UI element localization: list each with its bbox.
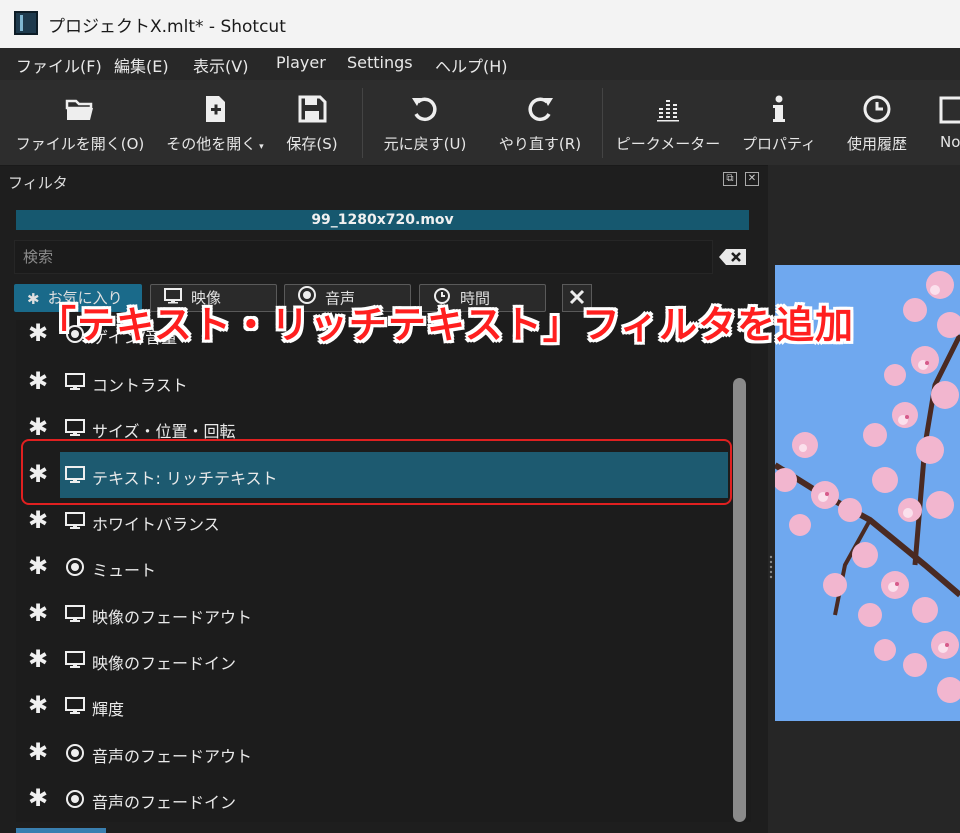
clear-search-icon[interactable]: [718, 246, 750, 268]
peak-meter-label: ピークメーター: [615, 135, 721, 153]
monitor-icon: [65, 605, 85, 622]
current-clip-bar: 99_1280x720.mov: [16, 210, 749, 230]
file-add-icon: [206, 96, 225, 122]
audio-icon: [66, 744, 84, 762]
open-file-label: ファイルを開く(O): [15, 135, 145, 153]
favorite-star-icon: ✱: [28, 599, 49, 627]
floppy-disk-icon: [298, 95, 327, 123]
favorite-star-icon: ✱: [28, 784, 49, 812]
bottom-tab-indicator: [16, 828, 106, 833]
toolbar-separator: [362, 88, 363, 158]
title-bar: プロジェクトX.mlt* - Shotcut: [0, 0, 960, 48]
window-title: プロジェクトX.mlt* - Shotcut: [48, 17, 286, 37]
menu-file[interactable]: ファイル(F): [16, 53, 102, 77]
menu-bar: ファイル(F) 編集(E) 表示(V) Player Settings ヘルプ(…: [0, 48, 960, 80]
notes-icon: [939, 96, 960, 124]
history-button[interactable]: 使用履歴: [830, 80, 924, 165]
toolbar-separator: [602, 88, 603, 158]
redo-label: やり直す(R): [498, 135, 582, 153]
list-item[interactable]: ✱ 輝度: [16, 683, 736, 729]
notes-button[interactable]: No: [932, 80, 960, 165]
audio-icon: [66, 790, 84, 808]
favorite-star-icon: ✱: [28, 367, 49, 395]
list-scrollbar[interactable]: [733, 378, 746, 822]
shotcut-app-icon: [14, 11, 38, 35]
toolbar: ファイルを開く(O) その他を開く ▾ 保存(S) 元に戻す(U) やり直す(R…: [0, 80, 960, 166]
monitor-icon: [65, 512, 85, 529]
filter-name: ミュート: [92, 561, 157, 580]
properties-button[interactable]: プロパティ: [736, 80, 822, 165]
filter-name: ホワイトバランス: [92, 515, 220, 534]
float-panel-icon[interactable]: ⧉: [723, 172, 737, 186]
annotation-highlight-box: [21, 439, 732, 505]
list-item[interactable]: ✱ 音声のフェードイン: [16, 776, 736, 822]
menu-edit[interactable]: 編集(E): [114, 53, 169, 77]
splitter-handle[interactable]: [769, 555, 773, 579]
undo-label: 元に戻す(U): [383, 135, 467, 153]
redo-button[interactable]: やり直す(R): [488, 80, 592, 165]
properties-label: プロパティ: [741, 135, 817, 153]
list-item[interactable]: ✱ コントラスト: [16, 359, 736, 405]
audio-icon: [66, 558, 84, 576]
filter-name: 映像のフェードイン: [92, 654, 237, 673]
close-panel-icon[interactable]: ✕: [745, 172, 759, 186]
monitor-icon: [65, 651, 85, 668]
filter-name: コントラスト: [92, 376, 188, 395]
list-item[interactable]: ✱ 映像のフェードイン: [16, 637, 736, 683]
filter-name: 輝度: [92, 700, 125, 719]
open-file-button[interactable]: ファイルを開く(O): [10, 80, 150, 165]
filter-name: 音声のフェードアウト: [92, 747, 253, 766]
undo-button[interactable]: 元に戻す(U): [372, 80, 478, 165]
favorite-star-icon: ✱: [28, 413, 49, 441]
history-label: 使用履歴: [846, 135, 907, 153]
menu-view[interactable]: 表示(V): [193, 53, 248, 77]
list-item[interactable]: ✱ 音声のフェードアウト: [16, 730, 736, 776]
undo-icon: [412, 97, 437, 122]
save-button[interactable]: 保存(S): [272, 80, 352, 165]
favorite-star-icon: ✱: [28, 738, 49, 766]
redo-icon: [528, 97, 553, 122]
clock-icon: [863, 95, 891, 123]
menu-help[interactable]: ヘルプ(H): [435, 53, 508, 77]
filter-name: 音声のフェードイン: [92, 793, 237, 812]
open-other-button[interactable]: その他を開く ▾: [160, 80, 270, 165]
monitor-icon: [65, 697, 85, 714]
filters-panel-title: フィルタ: [8, 174, 68, 192]
notes-label: No: [940, 133, 960, 151]
level-meter-icon: [657, 100, 679, 122]
favorite-star-icon: ✱: [28, 506, 49, 534]
menu-settings[interactable]: Settings: [347, 53, 413, 72]
filter-name: 映像のフェードアウト: [92, 608, 253, 627]
save-label: 保存(S): [286, 135, 338, 153]
monitor-icon: [65, 373, 85, 390]
list-item[interactable]: ✱ 映像のフェードアウト: [16, 591, 736, 637]
favorite-star-icon: ✱: [28, 645, 49, 673]
folder-open-icon: [65, 99, 93, 120]
menu-player[interactable]: Player: [276, 53, 326, 72]
monitor-icon: [65, 419, 85, 436]
annotation-caption: 「テキスト・リッチテキスト」フィルタを追加: [38, 303, 854, 347]
filter-search-input[interactable]: [15, 241, 712, 273]
favorite-star-icon: ✱: [28, 552, 49, 580]
peak-meter-button[interactable]: ピークメーター: [612, 80, 724, 165]
info-icon: [773, 95, 785, 122]
favorite-star-icon: ✱: [28, 691, 49, 719]
open-other-label: その他を開く ▾: [166, 135, 264, 153]
filter-search-box[interactable]: [14, 240, 713, 274]
list-item[interactable]: ✱ ミュート: [16, 544, 736, 590]
filter-list: ✱ ゲイン/音量 ✱ コントラスト ✱ サイズ・位置・回転 ✱ テキスト: リッ…: [16, 320, 751, 822]
